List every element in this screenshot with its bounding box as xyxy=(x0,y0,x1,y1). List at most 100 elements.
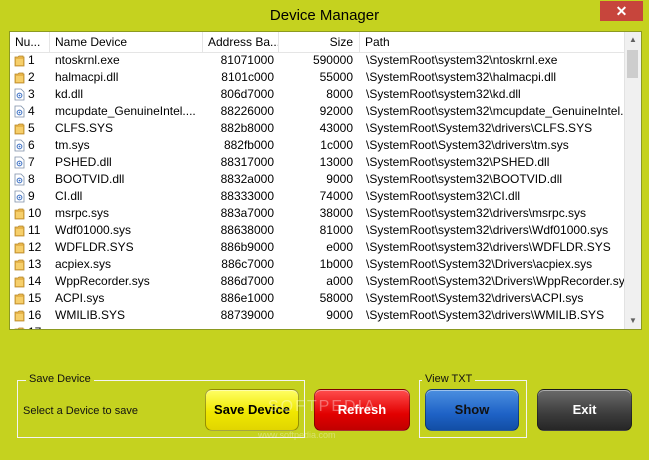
table-row[interactable]: 16 WMILIB.SYS 88739000 9000 \SystemRoot\Syst… xyxy=(10,307,625,324)
row-number: 15 xyxy=(28,291,42,305)
row-number: 17 xyxy=(28,324,52,329)
show-button[interactable]: Show xyxy=(425,389,519,431)
folder-icon xyxy=(14,207,25,220)
row-number: 4 xyxy=(28,104,35,118)
row-size: 81000 xyxy=(319,223,353,237)
row-address: 88638000 xyxy=(220,223,274,237)
watermark-url: www.softpedia.com xyxy=(258,430,336,440)
folder-icon xyxy=(14,224,25,237)
row-device-name: halmacpi.dll xyxy=(55,70,119,84)
column-header-path[interactable]: Path xyxy=(360,32,625,52)
row-size: 38000 xyxy=(319,206,353,220)
folder-icon xyxy=(14,71,25,84)
row-path: \SystemRoot\system32\CI.dll xyxy=(366,189,521,203)
row-address: 8832a000 xyxy=(220,172,274,186)
row-number: 7 xyxy=(28,155,35,169)
save-hint-text: Select a Device to save xyxy=(23,405,138,417)
row-number: 5 xyxy=(28,121,35,135)
driver-file-icon xyxy=(14,156,25,169)
table-row[interactable]: 12 WDFLDR.SYS 886b9000 e000 \SystemRoot\syst… xyxy=(10,239,625,256)
watermark: SOFTPEDIA xyxy=(268,398,377,415)
table-row[interactable]: 5 CLFS.SYS 882b8000 43000 \SystemRoot\System… xyxy=(10,120,625,137)
list-rows: 1 ntoskrnl.exe 81071000 590000 \SystemRoot\s… xyxy=(10,52,625,329)
row-device-name: WppRecorder.sys xyxy=(55,274,150,288)
row-device-name: PSHED.dll xyxy=(55,155,112,169)
table-row[interactable]: 6 tm.sys 882fb000 1c000 \SystemRoot\System32… xyxy=(10,137,625,154)
driver-file-icon xyxy=(14,190,25,203)
folder-icon xyxy=(14,258,25,271)
row-address: 882b8000 xyxy=(220,121,274,135)
row-size: 55000 xyxy=(319,70,353,84)
row-path: \SystemRoot\System32\Drivers\acpiex.sys xyxy=(366,257,593,271)
close-button[interactable]: ✕ xyxy=(600,1,643,21)
row-path: \SystemRoot\System32\drivers\CLFS.SYS xyxy=(366,121,593,135)
table-row[interactable]: 17 xyxy=(10,324,625,329)
row-address: 883a7000 xyxy=(220,206,274,220)
row-number: 13 xyxy=(28,257,42,271)
row-address xyxy=(204,324,274,329)
row-number: 11 xyxy=(28,223,41,237)
scroll-thumb[interactable] xyxy=(627,50,638,78)
column-header-number[interactable]: Nu... xyxy=(10,32,50,52)
table-row[interactable]: 10 msrpc.sys 883a7000 38000 \SystemRoot\syst… xyxy=(10,205,625,222)
table-row[interactable]: 9 CI.dll 88333000 74000 \SystemRoot\system32… xyxy=(10,188,625,205)
table-row[interactable]: 13 acpiex.sys 886c7000 1b000 \SystemRoot\Sys… xyxy=(10,256,625,273)
exit-button[interactable]: Exit xyxy=(537,389,632,431)
table-row[interactable]: 2 halmacpi.dll 8101c000 55000 \SystemRoot\sy… xyxy=(10,69,625,86)
column-header-name[interactable]: Name Device xyxy=(50,32,203,52)
row-number: 1 xyxy=(28,53,35,67)
row-path: \SystemRoot\System32\drivers\WMILIB.SYS xyxy=(366,308,605,322)
column-header-size[interactable]: Size xyxy=(279,32,360,52)
row-path: \SystemRoot\System32\drivers\ACPI.sys xyxy=(366,291,584,305)
folder-icon xyxy=(14,122,25,135)
window-title: Device Manager xyxy=(269,7,380,24)
row-device-name: mcupdate_GenuineIntel.... xyxy=(55,104,196,118)
table-row[interactable]: 7 PSHED.dll 88317000 13000 \SystemRoot\syste… xyxy=(10,154,625,171)
row-path xyxy=(366,324,625,329)
driver-file-icon xyxy=(14,88,25,101)
row-number: 12 xyxy=(28,240,42,254)
scroll-up-arrow-icon[interactable]: ▲ xyxy=(625,32,641,48)
table-row[interactable]: 15 ACPI.sys 886e1000 58000 \SystemRoot\Syste… xyxy=(10,290,625,307)
row-device-name: acpiex.sys xyxy=(55,257,112,271)
row-size: 13000 xyxy=(319,155,353,169)
row-device-name xyxy=(55,324,203,329)
table-row[interactable]: 4 mcupdate_GenuineIntel.... 88226000 92000 \… xyxy=(10,103,625,120)
device-list[interactable]: Nu... Name Device Address Ba... Size Pat… xyxy=(9,31,642,330)
table-row[interactable]: 14 WppRecorder.sys 886d7000 a000 \SystemRoot… xyxy=(10,273,625,290)
row-number: 8 xyxy=(28,172,35,186)
row-address: 886c7000 xyxy=(221,257,274,271)
vertical-scrollbar[interactable]: ▲ ▼ xyxy=(624,32,641,329)
table-row[interactable]: 1 ntoskrnl.exe 81071000 590000 \SystemRoot\s… xyxy=(10,52,625,69)
row-number: 6 xyxy=(28,138,35,152)
column-header-address[interactable]: Address Ba... xyxy=(203,32,279,52)
row-size: 9000 xyxy=(326,308,353,322)
table-row[interactable]: 3 kd.dll 806d7000 8000 \SystemRoot\system32\… xyxy=(10,86,625,103)
row-number: 16 xyxy=(28,308,42,322)
row-path: \SystemRoot\system32\drivers\WDFLDR.SYS xyxy=(366,240,611,254)
row-address: 88739000 xyxy=(220,308,274,322)
row-number: 3 xyxy=(28,87,35,101)
row-address: 886b9000 xyxy=(220,240,274,254)
row-path: \SystemRoot\system32\mcupdate_GenuineInt… xyxy=(366,104,625,118)
row-path: \SystemRoot\system32\PSHED.dll xyxy=(366,155,550,169)
row-path: \SystemRoot\system32\kd.dll xyxy=(366,87,521,101)
row-path: \SystemRoot\System32\drivers\tm.sys xyxy=(366,138,569,152)
row-size: 1c000 xyxy=(320,138,353,152)
row-path: \SystemRoot\System32\Drivers\WppRecorder… xyxy=(366,274,625,288)
row-device-name: kd.dll xyxy=(55,87,84,101)
scroll-down-arrow-icon[interactable]: ▼ xyxy=(625,313,641,329)
row-device-name: ACPI.sys xyxy=(55,291,105,305)
folder-icon xyxy=(14,309,25,322)
row-size: 8000 xyxy=(326,87,353,101)
row-address: 882fb000 xyxy=(223,138,274,152)
table-row[interactable]: 11 Wdf01000.sys 88638000 81000 \SystemRoot\s… xyxy=(10,222,625,239)
save-device-group-label: Save Device xyxy=(26,373,94,385)
row-device-name: CLFS.SYS xyxy=(55,121,114,135)
table-row[interactable]: 8 BOOTVID.dll 8832a000 9000 \SystemRoot\syst… xyxy=(10,171,625,188)
row-address: 88226000 xyxy=(220,104,274,118)
driver-file-icon xyxy=(14,173,25,186)
row-number: 10 xyxy=(28,206,42,220)
row-size: 58000 xyxy=(319,291,353,305)
row-size: 92000 xyxy=(319,104,353,118)
